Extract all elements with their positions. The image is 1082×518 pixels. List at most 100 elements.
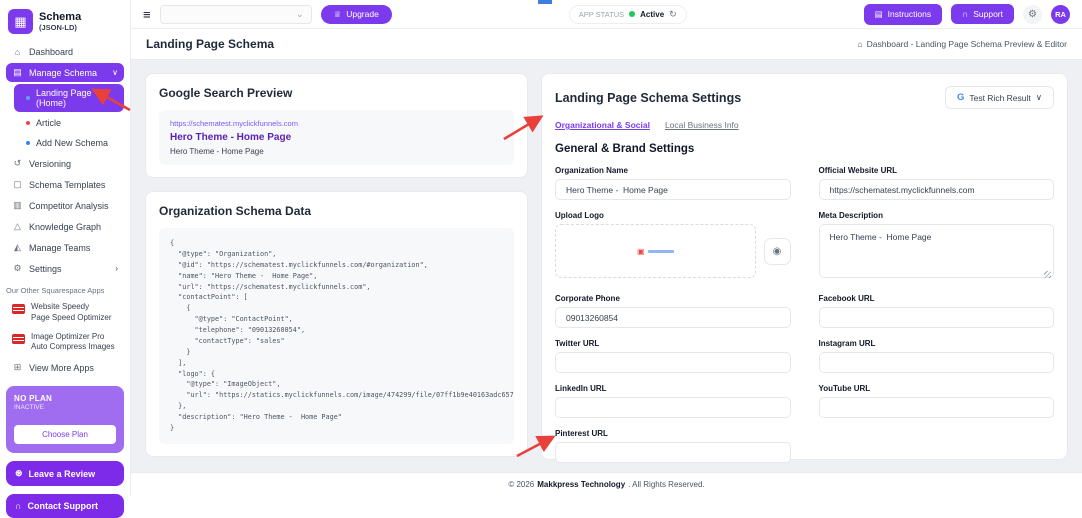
leave-review-button[interactable]: ⊛ Leave a Review — [6, 461, 124, 486]
sidebar-item-manage-teams[interactable]: ◭ Manage Teams — [6, 238, 124, 257]
apps-grid-icon: ⊞ — [12, 362, 23, 373]
instagram-url-input[interactable] — [819, 352, 1055, 373]
footer-brand: Makkpress Technology — [537, 480, 625, 489]
refresh-icon[interactable]: ↻ — [669, 9, 677, 20]
sidebar-item-knowledge-graph[interactable]: △ Knowledge Graph — [6, 217, 124, 236]
sidebar-item-versioning[interactable]: ↺ Versioning — [6, 154, 124, 173]
app-status-label: APP STATUS — [579, 10, 624, 19]
list-icon: ▤ — [12, 67, 23, 78]
support-button[interactable]: ∩ Support — [951, 4, 1014, 24]
plan-title: NO PLAN — [14, 394, 116, 403]
history-icon: ↺ — [12, 158, 23, 169]
field-label: Meta Description — [819, 211, 1055, 220]
website-speedy-logo-icon — [12, 304, 25, 314]
field-label: Upload Logo — [555, 211, 791, 220]
plan-status: INACTIVE — [14, 404, 116, 411]
content: Google Search Preview https://schematest… — [131, 60, 1082, 472]
page-title: Landing Page Schema — [146, 37, 274, 51]
organization-name-input[interactable] — [555, 179, 791, 200]
chevron-down-icon: ∨ — [112, 68, 118, 77]
avatar[interactable]: RA — [1051, 5, 1070, 24]
app-status-pill: APP STATUS Active ↻ — [569, 5, 687, 24]
app-status-value: Active — [640, 10, 664, 19]
test-rich-result-button[interactable]: G Test Rich Result ∨ — [945, 86, 1054, 109]
sidebar-item-label: Settings — [29, 264, 62, 274]
resize-handle[interactable] — [1044, 271, 1051, 278]
clipboard-icon: ▤ — [875, 9, 883, 20]
sidebar-item-landing-page[interactable]: Landing Page (Home) — [14, 84, 124, 112]
sidebar: ▦ Schema (JSON-LD) ⌂ Dashboard ▤ Manage … — [0, 0, 131, 496]
sidebar-item-label: Dashboard — [29, 47, 73, 57]
website-url-input[interactable] — [819, 179, 1055, 200]
gear-icon: ⚙ — [12, 263, 23, 274]
sidebar-item-settings[interactable]: ⚙ Settings › — [6, 259, 124, 278]
field-label: Facebook URL — [819, 294, 1055, 303]
site-select-dropdown[interactable]: ⌄ — [160, 5, 312, 24]
sidebar-item-label: Add New Schema — [36, 138, 108, 148]
corporate-phone-input[interactable] — [555, 307, 791, 328]
headset-icon: ∩ — [962, 9, 968, 19]
schema-logo-icon: ▦ — [8, 9, 33, 34]
sidebar-item-label: View More Apps — [29, 363, 94, 373]
preview-description: Hero Theme - Home Page — [170, 147, 503, 156]
star-icon: ⊛ — [15, 468, 23, 479]
preview-link-title[interactable]: Hero Theme - Home Page — [170, 132, 503, 143]
settings-gear-icon[interactable]: ⚙ — [1023, 5, 1042, 24]
field-label: YouTube URL — [819, 384, 1055, 393]
image-optimizer-logo-icon — [12, 334, 25, 344]
card-title: Google Search Preview — [159, 86, 514, 100]
browser-artifact — [538, 0, 552, 4]
field-label: Corporate Phone — [555, 294, 791, 303]
google-search-preview-card: Google Search Preview https://schematest… — [145, 73, 528, 178]
preview-url: https://schematest.myclickfunnels.com — [170, 119, 503, 128]
app-tagline: Page Speed Optimizer — [31, 313, 112, 322]
image-thumbnail-icon: ▣ — [637, 247, 645, 256]
home-icon: ⌂ — [12, 47, 23, 57]
sidebar-item-add-new-schema[interactable]: Add New Schema — [14, 134, 124, 152]
page-header: Landing Page Schema ⌂ Dashboard - Landin… — [131, 29, 1082, 60]
chevron-down-icon: ⌄ — [296, 9, 304, 20]
linkedin-url-input[interactable] — [555, 397, 791, 418]
sidebar-item-competitor-analysis[interactable]: ▥ Competitor Analysis — [6, 196, 124, 215]
youtube-url-input[interactable] — [819, 397, 1055, 418]
sidebar-item-dashboard[interactable]: ⌂ Dashboard — [6, 43, 124, 61]
settings-form: Organization Name Official Website URL U… — [555, 166, 1054, 463]
sidebar-app-website-speedy[interactable]: Website Speedy Page Speed Optimizer — [6, 298, 124, 328]
team-icon: ◭ — [12, 242, 23, 253]
sidebar-item-article[interactable]: Article — [14, 114, 124, 132]
main-area: ≡ ⌄ ♕ Upgrade APP STATUS Active ↻ ▤ Inst… — [131, 0, 1082, 496]
preview-logo-eye-icon[interactable]: ◉ — [764, 238, 791, 265]
sidebar-item-manage-schema[interactable]: ▤ Manage Schema ∨ — [6, 63, 124, 82]
crown-icon: ♕ — [334, 9, 342, 20]
upload-logo-dropzone[interactable]: ▣ — [555, 224, 756, 278]
chevron-down-icon: ∨ — [1036, 92, 1042, 103]
card-title: Organization Schema Data — [159, 204, 514, 218]
tab-organizational-social[interactable]: Organizational & Social — [555, 120, 650, 130]
twitter-url-input[interactable] — [555, 352, 791, 373]
google-g-icon: G — [957, 92, 964, 103]
field-label: Pinterest URL — [555, 429, 791, 438]
sidebar-section-label: Our Other Squarespace Apps — [6, 286, 124, 295]
contact-support-button[interactable]: ∩ Contact Support — [6, 494, 124, 518]
tab-local-business-info[interactable]: Local Business Info — [665, 120, 739, 130]
sidebar-item-label: Schema Templates — [29, 180, 105, 190]
search-result-preview: https://schematest.myclickfunnels.com He… — [159, 110, 514, 165]
pinterest-url-input[interactable] — [555, 442, 791, 463]
sidebar-item-label: Knowledge Graph — [29, 222, 101, 232]
plan-card: NO PLAN INACTIVE Choose Plan — [6, 386, 124, 453]
meta-description-textarea[interactable]: Hero Theme - Home Page — [819, 224, 1055, 278]
app-tagline: Auto Compress Images — [31, 342, 115, 351]
sidebar-item-view-more-apps[interactable]: ⊞ View More Apps — [6, 358, 124, 377]
sidebar-item-schema-templates[interactable]: ▢ Schema Templates — [6, 175, 124, 194]
breadcrumb[interactable]: ⌂ Dashboard - Landing Page Schema Previe… — [858, 39, 1067, 49]
choose-plan-button[interactable]: Choose Plan — [14, 425, 116, 444]
graph-icon: △ — [12, 221, 23, 232]
home-icon: ⌂ — [858, 39, 863, 49]
facebook-url-input[interactable] — [819, 307, 1055, 328]
hamburger-menu-icon[interactable]: ≡ — [143, 8, 151, 21]
instructions-button[interactable]: ▤ Instructions — [864, 4, 943, 25]
sidebar-item-label: Landing Page (Home) — [36, 88, 118, 108]
upgrade-button[interactable]: ♕ Upgrade — [321, 5, 392, 24]
brand-name: Schema — [39, 11, 81, 23]
sidebar-app-image-optimizer[interactable]: Image Optimizer Pro Auto Compress Images — [6, 328, 124, 358]
